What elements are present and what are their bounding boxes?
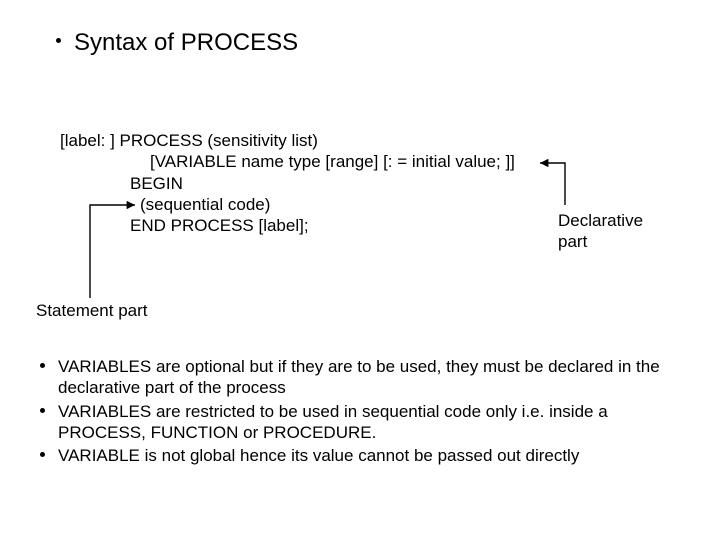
- list-item: VARIABLES are optional but if they are t…: [58, 356, 680, 399]
- declarative-label-line1: Declarative: [558, 210, 643, 231]
- syntax-line-1: [label: ] PROCESS (sensitivity list): [60, 130, 515, 151]
- slide: Syntax of PROCESS [label: ] PROCESS (sen…: [0, 0, 720, 540]
- declarative-label-line2: part: [558, 231, 643, 252]
- statement-part-label: Statement part: [36, 300, 148, 321]
- syntax-block: [label: ] PROCESS (sensitivity list) [VA…: [60, 130, 515, 236]
- syntax-line-5: END PROCESS [label];: [60, 215, 515, 236]
- heading-text: Syntax of PROCESS: [74, 29, 298, 56]
- bullet-text: VARIABLES are optional but if they are t…: [58, 357, 660, 397]
- bullet-text: VARIABLES are restricted to be used in s…: [58, 402, 608, 442]
- bullet-icon: [40, 363, 45, 368]
- bullet-icon: [40, 408, 45, 413]
- syntax-line-4: (sequential code): [60, 194, 515, 215]
- bullet-text: VARIABLE is not global hence its value c…: [58, 446, 579, 465]
- syntax-line-3: BEGIN: [60, 173, 515, 194]
- bullet-icon: [40, 452, 45, 457]
- bullet-list: VARIABLES are optional but if they are t…: [58, 356, 680, 468]
- arrow-declarative: [540, 163, 565, 205]
- syntax-line-2: [VARIABLE name type [range] [: = initial…: [60, 151, 515, 172]
- bullet-icon: [56, 38, 61, 43]
- list-item: VARIABLES are restricted to be used in s…: [58, 401, 680, 444]
- heading-row: Syntax of PROCESS: [74, 28, 298, 58]
- list-item: VARIABLE is not global hence its value c…: [58, 445, 680, 466]
- declarative-label: Declarative part: [558, 210, 643, 253]
